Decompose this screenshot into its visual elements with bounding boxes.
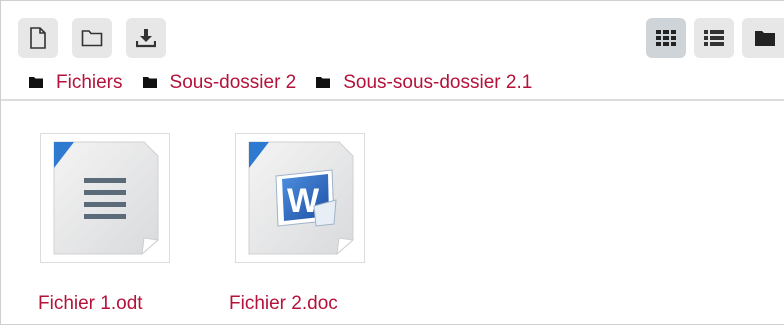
breadcrumb-label: Sous-dossier 2 (169, 72, 297, 93)
breadcrumb-label: Fichiers (56, 72, 123, 93)
folder-icon (316, 72, 331, 94)
tree-view-button[interactable] (742, 18, 784, 58)
list-view-button[interactable] (694, 18, 734, 58)
file-thumbnail: W (235, 133, 365, 263)
breadcrumb-item-sous-sous-dossier-2-1[interactable]: Sous-sous-dossier 2.1 (316, 72, 532, 94)
breadcrumb-label: Sous-sous-dossier 2.1 (343, 72, 533, 93)
new-folder-button[interactable] (72, 18, 112, 58)
folder-icon (29, 72, 43, 94)
file-name: Fichier 2.doc (229, 293, 338, 314)
breadcrumb-item-sous-dossier-2[interactable]: Sous-dossier 2 (142, 72, 297, 94)
file-thumbnail (40, 133, 170, 263)
file-manager-toolbar: Fichiers Sous-dossier 2 Sous-sous-dossie… (1, 1, 784, 101)
file-manager: Fichiers Sous-dossier 2 Sous-sous-dossie… (0, 0, 784, 325)
new-file-icon (29, 27, 47, 49)
file-name: Fichier 1.odt (38, 293, 143, 314)
file-grid: Fichier 1.odt W Fichier 2.doc (1, 103, 784, 326)
download-button[interactable] (126, 18, 166, 58)
folder-icon (142, 72, 157, 94)
new-file-button[interactable] (18, 18, 58, 58)
download-icon (136, 28, 156, 48)
tree-view-icon (754, 30, 775, 46)
list-view-icon (704, 30, 724, 46)
grid-view-icon (656, 30, 676, 46)
grid-view-button[interactable] (646, 18, 686, 58)
breadcrumb-item-fichiers[interactable]: Fichiers (29, 72, 123, 94)
new-folder-icon (81, 29, 103, 47)
breadcrumb: Fichiers Sous-dossier 2 Sous-sous-dossie… (29, 69, 552, 97)
